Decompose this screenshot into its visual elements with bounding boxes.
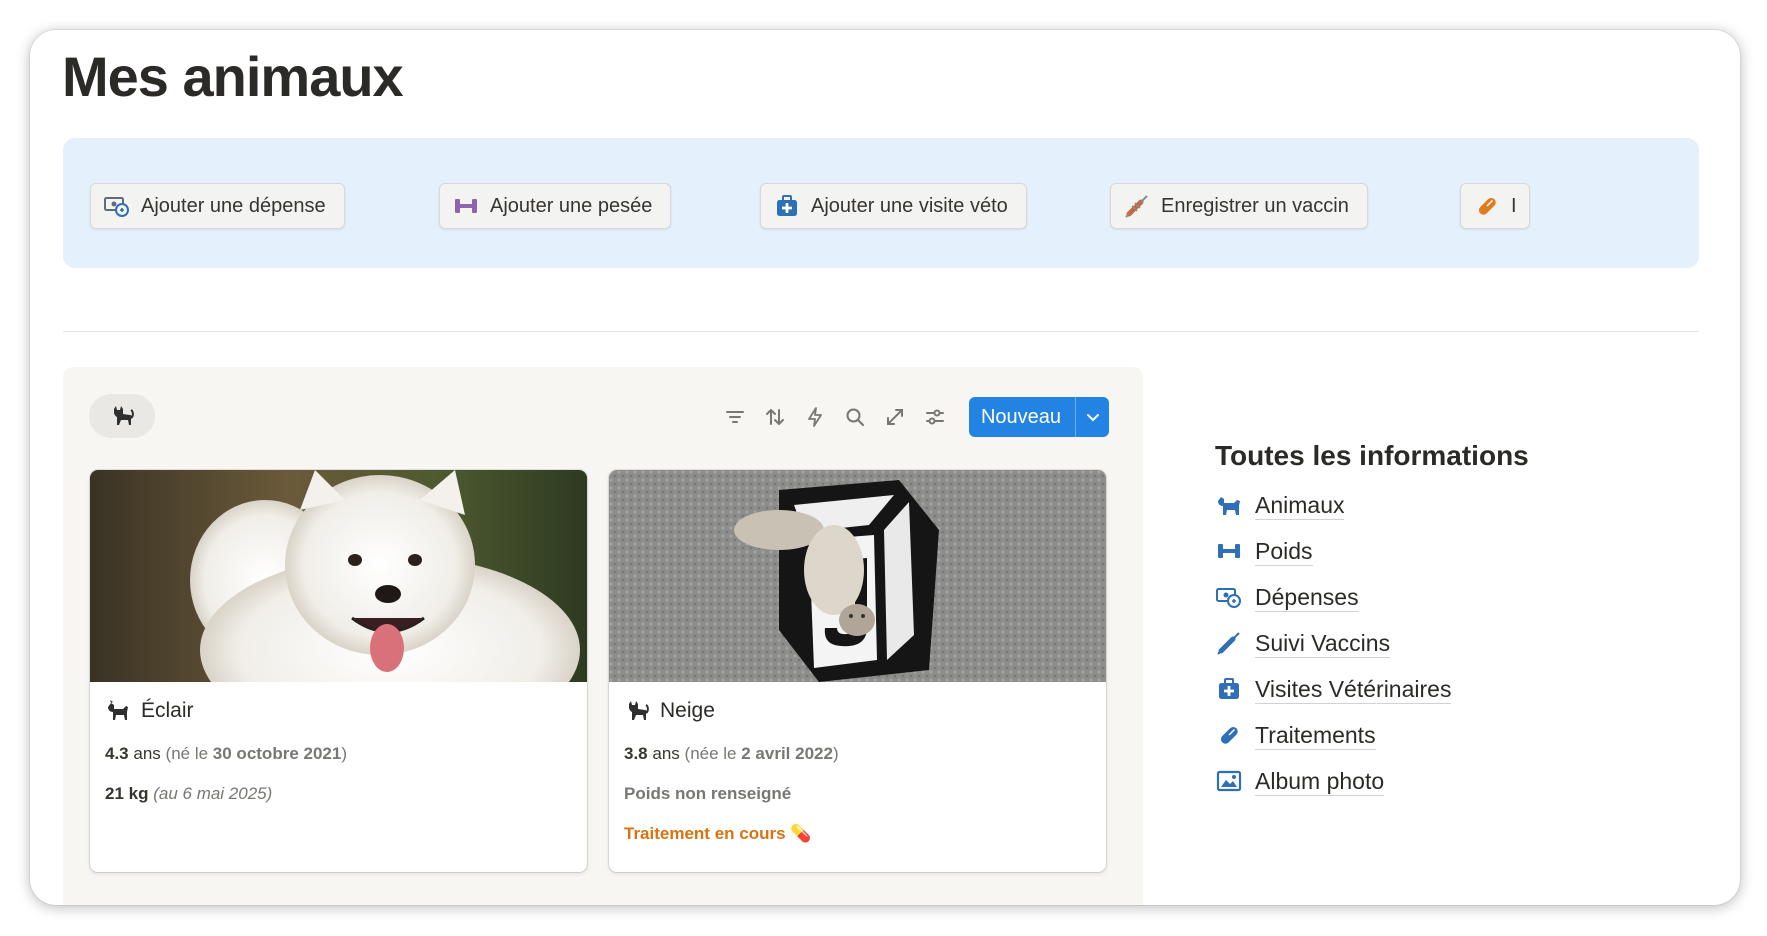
link-poids-label: Poids [1255,537,1313,566]
money-exchange-icon [104,197,129,217]
filter-icon [725,411,744,423]
search-icon [846,408,864,426]
add-treatment-label: I [1511,194,1517,217]
settings-sliders-icon [925,409,944,425]
sort-icon [765,409,784,425]
weight-property: 21 kg (au 6 mai 2025) [105,784,572,804]
cat-icon [629,701,649,720]
card-title: Neige [624,698,1091,724]
link-suivi-vaccins[interactable]: Suivi Vaccins [1215,620,1529,666]
syringe-icon [1125,195,1148,218]
link-visites-veterinaires[interactable]: Visites Vétérinaires [1215,666,1529,712]
quick-actions-callout: Ajouter une dépense Ajouter une pesée Aj… [63,138,1699,268]
age-property: 4.3 ans (né le 30 octobre 2021) [105,744,572,764]
board-view-tab[interactable] [89,394,155,438]
weight-status: Poids non renseigné [624,784,792,803]
link-depenses[interactable]: Dépenses [1215,574,1529,620]
link-traitements[interactable]: Traitements [1215,712,1529,758]
link-poids[interactable]: Poids [1215,528,1529,574]
add-weighing-label: Ajouter une pesée [490,194,653,217]
weight-value: 21 kg [105,784,149,803]
automation-button[interactable] [801,403,829,431]
cat-icon [114,406,134,425]
add-expense-button[interactable]: Ajouter une dépense [90,183,345,229]
add-vet-visit-button[interactable]: Ajouter une visite véto [760,183,1027,229]
board-toolbar: Nouveau [721,397,1109,437]
birth-prefix: (né le [165,744,209,763]
page-title: Mes animaux [62,45,404,108]
lightning-icon [808,407,822,427]
syringe-icon [1217,632,1240,655]
app-window: Mes animaux Ajouter une dépense Ajouter … [30,30,1740,905]
add-vet-visit-label: Ajouter une visite véto [811,194,1008,217]
link-animaux-label: Animaux [1255,491,1345,520]
age-unit: ans [652,744,680,763]
medical-bag-icon [777,195,797,216]
image-icon [1216,770,1242,792]
link-album-photo-label: Album photo [1255,767,1385,796]
add-expense-label: Ajouter une dépense [141,194,326,217]
new-entry-dropdown[interactable] [1075,397,1109,437]
age-value: 4.3 [105,744,129,763]
new-entry-button[interactable]: Nouveau [968,397,1109,437]
add-weighing-button[interactable]: Ajouter une pesée [439,183,672,229]
treatment-status: Traitement en cours 💊 [624,824,812,843]
animals-board: Nouveau Éclair 4.3 ans (né le 30 octobre… [63,367,1143,905]
dumbbell-icon [455,199,477,213]
expand-icon [886,409,903,425]
record-vaccine-button[interactable]: Enregistrer un vaccin [1110,183,1368,229]
link-visites-veterinaires-label: Visites Vétérinaires [1255,675,1452,704]
expand-button[interactable] [881,403,909,431]
age-unit: ans [133,744,161,763]
link-album-photo[interactable]: Album photo [1215,758,1529,804]
record-vaccine-label: Enregistrer un vaccin [1161,194,1349,217]
card-cover-photo [90,470,587,682]
money-exchange-icon [1216,588,1241,608]
dog-icon [108,700,128,720]
info-links-section: Toutes les informations Animaux Poids Dé… [1215,440,1529,804]
age-property: 3.8 ans (née le 2 avril 2022) [624,744,1091,764]
cat-photo-image [609,470,1106,682]
divider [63,331,1699,332]
pill-icon [1220,726,1238,744]
animal-card[interactable]: Neige 3.8 ans (née le 2 avril 2022) Poid… [609,470,1106,872]
animal-card[interactable]: Éclair 4.3 ans (né le 30 octobre 2021) 2… [90,470,587,872]
filter-button[interactable] [721,403,749,431]
birth-prefix: (née le [684,744,737,763]
birth-suffix: ) [341,744,347,763]
dog-icon [1218,497,1240,515]
birth-suffix: ) [832,744,839,763]
search-button[interactable] [841,403,869,431]
animal-name: Neige [660,699,715,722]
pill-icon [1478,197,1496,215]
animal-name: Éclair [141,699,194,722]
info-links-title: Toutes les informations [1215,440,1529,471]
age-value: 3.8 [624,744,648,763]
sort-button[interactable] [761,403,789,431]
medical-bag-icon [1219,678,1239,699]
weight-note: (au 6 mai 2025) [153,784,273,803]
birth-date: 30 octobre 2021 [212,744,342,763]
birth-date: 2 avril 2022 [741,744,833,763]
link-depenses-label: Dépenses [1255,583,1359,612]
dumbbell-icon [1218,544,1240,558]
add-treatment-button[interactable]: I [1460,183,1530,229]
link-traitements-label: Traitements [1255,721,1376,750]
link-animaux[interactable]: Animaux [1215,482,1529,528]
dog-photo-image [90,470,587,682]
link-suivi-vaccins-label: Suivi Vaccins [1255,629,1391,658]
card-title: Éclair [105,698,572,724]
card-cover-photo [609,470,1106,682]
view-settings-button[interactable] [921,403,949,431]
chevron-down-icon [1086,414,1099,422]
new-entry-label: Nouveau [980,405,1061,428]
